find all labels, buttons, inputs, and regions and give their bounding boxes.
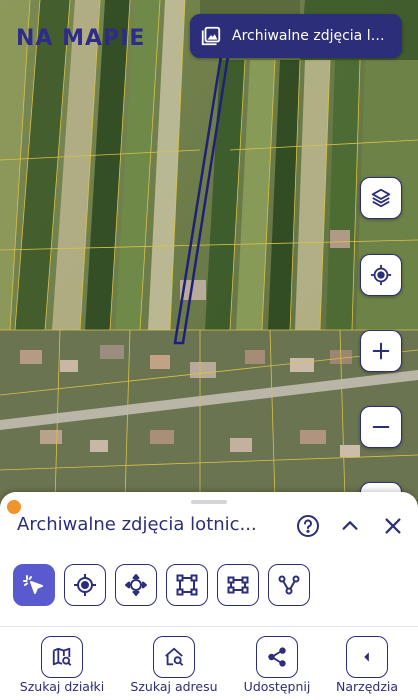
search-address-button[interactable] (153, 636, 195, 678)
zoom-out-button[interactable] (360, 406, 402, 448)
select-pointer-icon (22, 573, 46, 597)
help-icon (296, 514, 320, 538)
select-tool-button[interactable] (13, 564, 55, 606)
collapse-button[interactable] (336, 512, 364, 540)
rectangle-tool-button[interactable] (166, 564, 208, 606)
help-button[interactable] (294, 512, 322, 540)
move-arrows-icon (124, 573, 148, 597)
nav-search-address[interactable]: Szukaj adresu (124, 636, 224, 694)
close-icon (382, 515, 404, 537)
tools-button[interactable] (346, 636, 388, 678)
close-sheet-button[interactable] (379, 512, 407, 540)
nav-label-search-address: Szukaj adresu (130, 679, 218, 694)
area-select-icon (226, 573, 250, 597)
locate-icon (370, 264, 392, 286)
nav-tools[interactable]: Narzędzia (317, 636, 417, 694)
gallery-icon (200, 25, 222, 47)
point-target-icon (73, 573, 97, 597)
zoom-out-icon (370, 416, 392, 438)
share-button[interactable] (256, 636, 298, 678)
imagery-chip-label: Archiwalne zdjęcia lotnic... (232, 28, 392, 44)
area-tool-button[interactable] (217, 564, 259, 606)
nav-label-share: Udostępnij (243, 679, 311, 694)
sheet-divider (0, 626, 418, 627)
share-icon (266, 646, 288, 668)
search-parcel-button[interactable] (41, 636, 83, 678)
nav-label-search-parcel: Szukaj działki (19, 679, 105, 694)
imagery-selector-chip[interactable]: Archiwalne zdjęcia lotnic... (190, 14, 402, 58)
app-logo: NA MAPIE (16, 26, 145, 51)
status-dot (7, 500, 21, 514)
point-tool-button[interactable] (64, 564, 106, 606)
nav-search-parcel[interactable]: Szukaj działki (12, 636, 112, 694)
chevron-up-icon (339, 515, 361, 537)
sheet-drag-handle[interactable] (191, 500, 227, 504)
back-icon (356, 646, 378, 668)
locate-me-button[interactable] (360, 254, 402, 296)
layers-icon (370, 187, 392, 209)
layers-button[interactable] (360, 177, 402, 219)
move-tool-button[interactable] (115, 564, 157, 606)
nav-label-tools: Narzędzia (335, 679, 399, 694)
polyline-tool-button[interactable] (268, 564, 310, 606)
bottom-sheet: Archiwalne zdjęcia lotnic... Szukaj dzia… (0, 492, 418, 700)
nav-share[interactable]: Udostępnij (227, 636, 327, 694)
home-search-icon (163, 646, 185, 668)
map-search-icon (51, 646, 73, 668)
app-logo-text: NA MAPIE (16, 26, 146, 51)
rectangle-select-icon (175, 573, 199, 597)
polyline-icon (277, 573, 301, 597)
sheet-title: Archiwalne zdjęcia lotnic... (17, 514, 257, 535)
zoom-in-button[interactable] (360, 330, 402, 372)
zoom-in-icon (370, 340, 392, 362)
